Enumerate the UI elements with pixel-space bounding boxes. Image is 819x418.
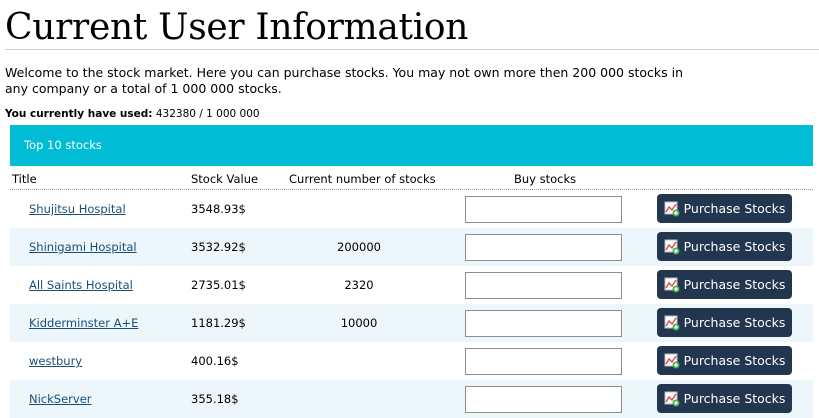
current-stock-count: 2320 (344, 278, 374, 292)
buy-stocks-input[interactable] (465, 310, 622, 337)
table-row: Shujitsu Hospital 3548.93$ Purchase Stocks (10, 190, 813, 228)
panel-heading: Top 10 stocks (10, 125, 813, 166)
purchase-stocks-button[interactable]: Purchase Stocks (657, 308, 792, 337)
purchase-stocks-button[interactable]: Purchase Stocks (657, 270, 792, 299)
purchase-stocks-label: Purchase Stocks (683, 277, 786, 292)
purchase-stocks-label: Purchase Stocks (683, 239, 786, 254)
chart-plus-icon (664, 239, 680, 254)
column-current-number: Current number of stocks (289, 172, 436, 186)
purchase-stocks-label: Purchase Stocks (683, 391, 786, 406)
column-headers: Title Stock Value Current number of stoc… (10, 166, 813, 190)
current-stock-count: 10000 (340, 316, 378, 330)
chart-plus-icon (664, 201, 680, 216)
purchase-stocks-label: Purchase Stocks (683, 201, 786, 216)
column-buy-stocks: Buy stocks (514, 172, 577, 186)
stock-title-link[interactable]: Shinigami Hospital (29, 228, 137, 266)
stock-value: 2735.01$ (191, 278, 246, 292)
stock-value: 3532.92$ (191, 240, 246, 254)
stock-title-link[interactable]: All Saints Hospital (29, 266, 133, 304)
usage-info: You currently have used: 432380 / 1 000 … (5, 107, 260, 121)
current-stock-count: 200000 (337, 240, 381, 254)
buy-stocks-input[interactable] (465, 348, 622, 375)
usage-label: You currently have used: (5, 108, 153, 120)
stock-title-link[interactable]: Shujitsu Hospital (29, 190, 126, 228)
table-row: All Saints Hospital 2735.01$ 2320 Purchase … (10, 266, 813, 304)
intro-text: Welcome to the stock market. Here you ca… (5, 65, 684, 96)
chart-plus-icon (664, 277, 680, 292)
usage-value: 432380 / 1 000 000 (155, 108, 260, 120)
purchase-stocks-button[interactable]: Purchase Stocks (657, 384, 792, 413)
stock-title-link[interactable]: NickServer (29, 380, 92, 418)
stock-rows: Shujitsu Hospital 3548.93$ Purchase Stocks… (10, 190, 813, 418)
purchase-stocks-button[interactable]: Purchase Stocks (657, 232, 792, 261)
page: Current User Information Welcome to the … (0, 0, 819, 418)
stock-value: 355.18$ (191, 392, 239, 406)
stock-value: 1181.29$ (191, 316, 246, 330)
table-row: Kidderminster A+E 1181.29$ 10000 Purchase S… (10, 304, 813, 342)
buy-stocks-input[interactable] (465, 234, 622, 261)
purchase-stocks-label: Purchase Stocks (683, 315, 786, 330)
stock-value: 400.16$ (191, 354, 239, 368)
stocks-panel: Top 10 stocks Title Stock Value Current … (10, 125, 813, 418)
purchase-stocks-label: Purchase Stocks (683, 353, 786, 368)
chart-plus-icon (664, 353, 680, 368)
chart-plus-icon (664, 391, 680, 406)
stock-title-link[interactable]: Kidderminster A+E (29, 304, 138, 342)
chart-plus-icon (664, 315, 680, 330)
buy-stocks-input[interactable] (465, 386, 622, 413)
column-title: Title (12, 172, 37, 186)
table-row: NickServer 355.18$ Purchase Stocks (10, 380, 813, 418)
purchase-stocks-button[interactable]: Purchase Stocks (657, 194, 792, 223)
stock-value: 3548.93$ (191, 202, 246, 216)
buy-stocks-input[interactable] (465, 272, 622, 299)
buy-stocks-input[interactable] (465, 196, 622, 223)
table-row: westbury 400.16$ Purchase Stocks (10, 342, 813, 380)
page-title: Current User Information (5, 8, 819, 50)
column-stock-value: Stock Value (191, 172, 259, 186)
purchase-stocks-button[interactable]: Purchase Stocks (657, 346, 792, 375)
stock-title-link[interactable]: westbury (29, 342, 82, 380)
table-row: Shinigami Hospital 3532.92$ 200000 Purchase… (10, 228, 813, 266)
